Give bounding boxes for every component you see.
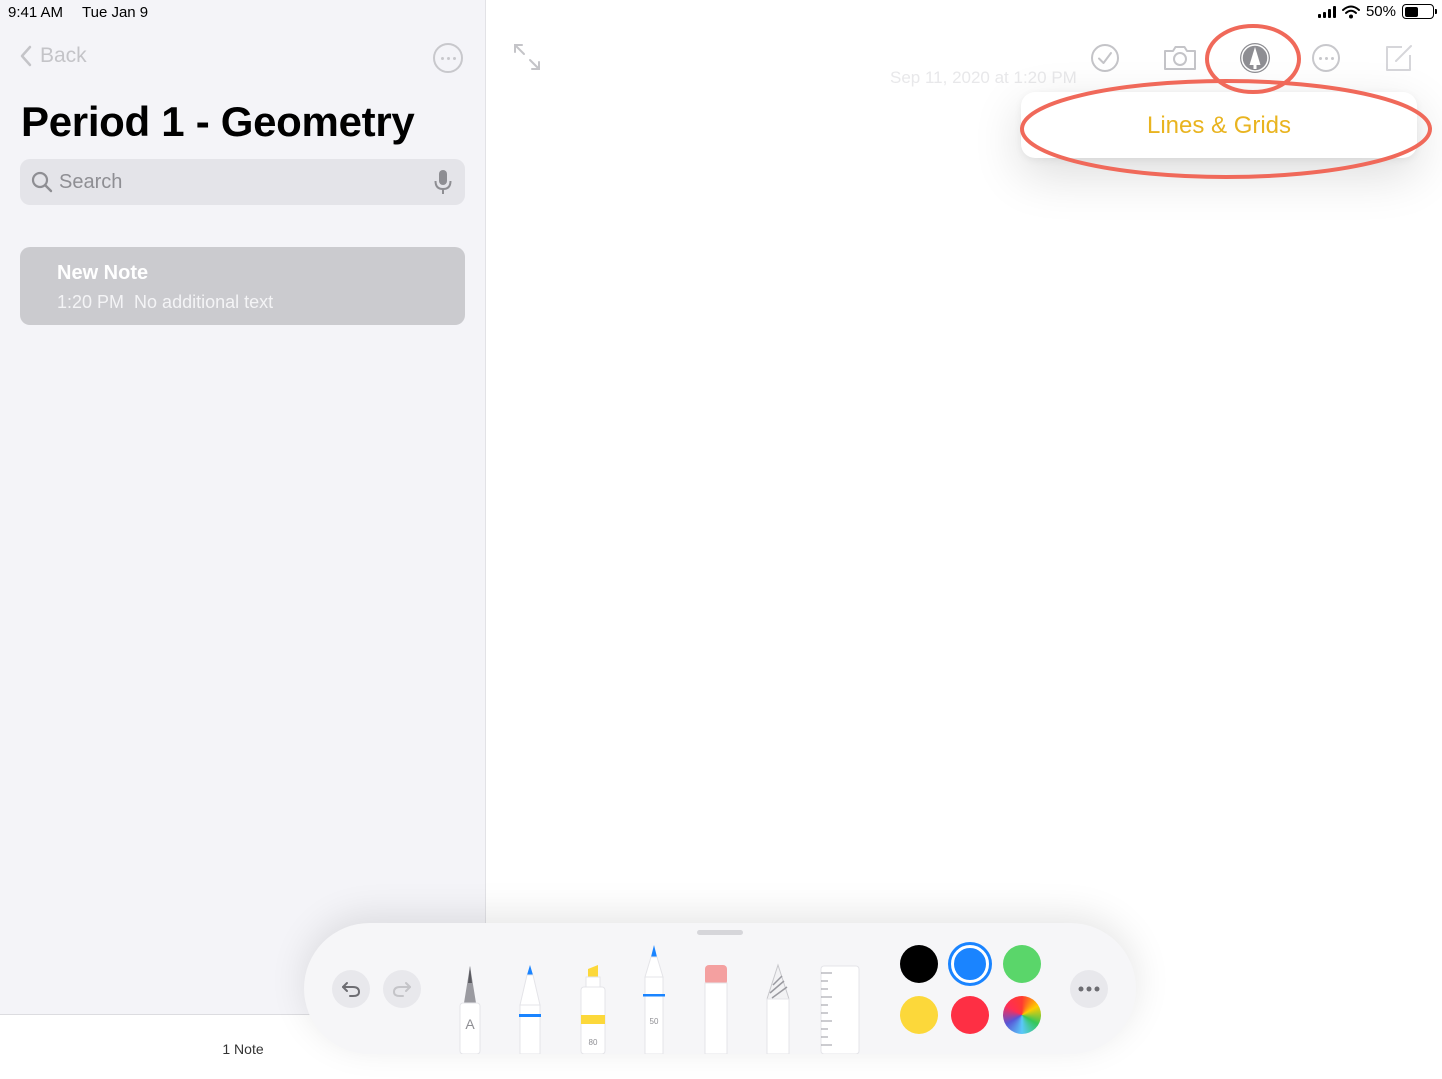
palette-more-button[interactable] [1070,970,1108,1008]
color-blue-swatch[interactable] [951,945,989,983]
camera-icon [1164,46,1196,70]
color-black-swatch[interactable] [900,945,938,983]
expand-icon[interactable] [512,42,542,72]
redo-button[interactable] [383,970,421,1008]
pencil-size-label: 50 [650,1017,659,1026]
pen-tool[interactable]: A [456,963,484,1054]
ruler-tool[interactable] [820,965,860,1054]
color-green-swatch[interactable] [1003,945,1041,983]
highlighter-tool[interactable]: 80 [578,963,606,1054]
status-date: Tue Jan 9 [82,4,149,21]
back-label: Back [40,44,87,67]
note-list-item[interactable]: New Note 1:20 PM No additional text [20,247,465,325]
color-picker-wheel[interactable] [1003,996,1041,1034]
wifi-icon [1341,5,1360,18]
note-date: Sep 11, 2020 at 1:20 PM [890,68,1077,87]
palette-grabber[interactable] [697,930,743,935]
battery-icon [1402,4,1437,19]
compose-icon [1386,45,1412,71]
cellular-signal-icon [1317,5,1336,18]
search-input[interactable] [59,170,433,194]
markup-button[interactable] [1238,41,1272,75]
search-bar[interactable] [20,159,465,205]
note-meta: 1:20 PM No additional text [57,292,273,313]
note-title: New Note [57,262,149,284]
more-options-button[interactable] [1312,44,1340,72]
checklist-button[interactable] [1090,41,1120,75]
marker-tool[interactable] [516,963,544,1054]
color-red-swatch[interactable] [951,996,989,1034]
lasso-tool[interactable] [764,963,792,1054]
notes-sidebar: Back Period 1 - Geometry New Note 1:20 P… [0,0,486,1079]
note-time: 1:20 PM [57,292,125,312]
sidebar-more-button[interactable] [433,43,463,73]
notes-app: 9:41 AM Tue Jan 9 50% Back Period 1 - Ge… [0,0,1442,1079]
status-bar: 9:41 AM Tue Jan 9 50% [0,0,1442,24]
markup-popover-menu: Lines & Grids [1021,92,1417,158]
highlighter-opacity-label: 80 [589,1038,598,1047]
markup-pen-icon [1240,43,1270,73]
status-indicators: 50% [1317,3,1437,20]
redo-icon [392,982,411,997]
battery-fill [1404,6,1418,17]
undo-button[interactable] [332,970,370,1008]
checklist-icon [1091,44,1119,72]
battery-percent: 50% [1365,3,1396,20]
drawing-tool-palette: A 80 50 [304,923,1136,1054]
chevron-left-icon [20,45,32,67]
undo-icon [342,982,361,997]
folder-title: Period 1 - Geometry [21,98,415,145]
ellipsis-icon [1078,986,1100,992]
eraser-tool[interactable] [702,963,730,1054]
microphone-icon[interactable] [433,169,453,195]
camera-button[interactable] [1162,41,1198,75]
pen-tool-label: A [465,1016,475,1032]
color-yellow-swatch[interactable] [900,996,938,1034]
pencil-tool[interactable]: 50 [640,943,668,1054]
lines-grids-menu-item[interactable]: Lines & Grids [1021,92,1417,160]
back-button[interactable]: Back [20,44,87,68]
status-time: 9:41 AM [8,4,64,21]
compose-button[interactable] [1384,41,1414,75]
note-preview: No additional text [134,292,274,312]
search-icon [31,171,53,193]
